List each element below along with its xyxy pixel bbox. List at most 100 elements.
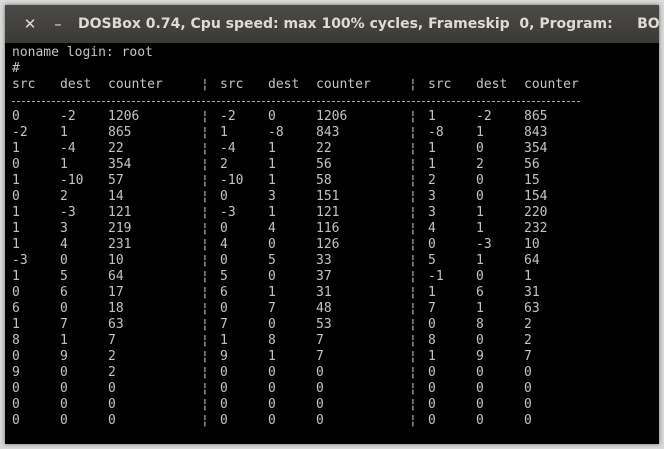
cell-counter-2: 116 — [316, 221, 340, 236]
cell-src-3: 1 — [428, 141, 436, 156]
cell-dest-1: 4 — [60, 237, 68, 252]
cell-src-2: -4 — [220, 141, 236, 156]
cell-dest-2: 1 — [268, 141, 276, 156]
cell-src-3: 1 — [428, 349, 436, 364]
header-src-1: src — [12, 77, 36, 92]
cell-counter-2: 53 — [316, 317, 332, 332]
cell-dest-1: 0 — [60, 365, 68, 380]
cell-src-1: 0 — [12, 413, 20, 428]
cell-dest-1: 1 — [60, 157, 68, 172]
cell-dest-3: -3 — [476, 237, 492, 252]
cell-dest-2: 0 — [268, 397, 276, 412]
minimize-icon[interactable]: – — [48, 14, 68, 34]
cell-counter-3: 15 — [524, 173, 540, 188]
cell-counter-2: 126 — [316, 237, 340, 252]
header-divider — [12, 101, 580, 102]
cell-counter-2: 151 — [316, 189, 340, 204]
header-dest-1: dest — [60, 77, 92, 92]
cell-src-1: 1 — [12, 173, 20, 188]
header-dest-2: dest — [268, 77, 300, 92]
cell-dest-1: 0 — [60, 413, 68, 428]
column-group-separator: ¦ — [409, 269, 417, 284]
cell-src-1: 0 — [12, 381, 20, 396]
cell-dest-1: -2 — [60, 109, 76, 124]
header-src-2: src — [220, 77, 244, 92]
cell-src-2: 0 — [220, 189, 228, 204]
cell-dest-1: 0 — [60, 381, 68, 396]
column-group-separator: ¦ — [409, 365, 417, 380]
cell-dest-2: 1 — [268, 205, 276, 220]
cell-dest-3: 1 — [476, 301, 484, 316]
cell-counter-2: 58 — [316, 173, 332, 188]
cell-dest-2: -8 — [268, 125, 284, 140]
cell-src-1: 1 — [12, 205, 20, 220]
cell-src-1: -2 — [12, 125, 28, 140]
column-group-separator: ¦ — [201, 333, 209, 348]
column-group-separator: ¦ — [201, 253, 209, 268]
cell-counter-2: 121 — [316, 205, 340, 220]
cell-dest-3: 0 — [476, 381, 484, 396]
table-row: 1 4 231 4 0 126 0 -3 10 ¦ ¦ — [12, 237, 652, 253]
cell-dest-2: 5 — [268, 253, 276, 268]
cell-dest-1: 7 — [60, 317, 68, 332]
column-group-separator: ¦ — [201, 125, 209, 140]
cell-counter-3: 2 — [524, 317, 532, 332]
cell-counter-1: 231 — [108, 237, 132, 252]
column-group-separator: ¦ — [201, 157, 209, 172]
cell-counter-2: 56 — [316, 157, 332, 172]
cell-counter-2: 0 — [316, 381, 324, 396]
cell-counter-1: 1206 — [108, 109, 140, 124]
cell-counter-1: 121 — [108, 205, 132, 220]
cell-dest-2: 0 — [268, 317, 276, 332]
cell-dest-3: 1 — [476, 253, 484, 268]
cell-src-2: 2 — [220, 157, 228, 172]
column-group-separator: ¦ — [201, 301, 209, 316]
cell-counter-2: 0 — [316, 397, 324, 412]
cell-counter-3: 56 — [524, 157, 540, 172]
terminal-screen[interactable]: noname login: root # src dest counter src de… — [12, 43, 652, 439]
cell-counter-3: 1 — [524, 269, 532, 284]
cell-dest-3: -2 — [476, 109, 492, 124]
cell-dest-1: 9 — [60, 349, 68, 364]
cell-dest-2: 1 — [268, 349, 276, 364]
cell-src-2: 0 — [220, 301, 228, 316]
column-group-separator: ¦ — [409, 77, 417, 92]
cell-counter-2: 31 — [316, 285, 332, 300]
cell-dest-3: 0 — [476, 141, 484, 156]
table-row: 8 1 7 1 8 7 8 0 2 ¦ ¦ — [12, 333, 652, 349]
column-group-separator: ¦ — [201, 173, 209, 188]
cell-src-1: 6 — [12, 301, 20, 316]
cell-src-2: 5 — [220, 269, 228, 284]
cell-src-1: 1 — [12, 141, 20, 156]
cell-counter-3: 31 — [524, 285, 540, 300]
cell-dest-1: 3 — [60, 221, 68, 236]
cell-counter-1: 14 — [108, 189, 124, 204]
cell-counter-3: 0 — [524, 381, 532, 396]
cell-src-1: 0 — [12, 157, 20, 172]
cell-dest-1: -3 — [60, 205, 76, 220]
cell-src-1: 0 — [12, 189, 20, 204]
cell-dest-2: 0 — [268, 381, 276, 396]
table-row: 1 -10 57 -10 1 58 2 0 15 ¦ ¦ — [12, 173, 652, 189]
table-row: 1 3 219 0 4 116 4 1 232 ¦ ¦ — [12, 221, 652, 237]
cell-dest-3: 0 — [476, 333, 484, 348]
column-group-separator: ¦ — [201, 349, 209, 364]
cell-dest-2: 0 — [268, 413, 276, 428]
table-row: 0 0 0 0 0 0 0 0 0 ¦ ¦ — [12, 381, 652, 397]
cell-dest-1: 0 — [60, 397, 68, 412]
cell-src-3: 3 — [428, 189, 436, 204]
close-icon[interactable]: ✕ — [20, 14, 40, 34]
cell-counter-2: 7 — [316, 333, 324, 348]
column-group-separator: ¦ — [409, 141, 417, 156]
cell-counter-2: 22 — [316, 141, 332, 156]
cell-counter-1: 18 — [108, 301, 124, 316]
title-bar[interactable]: ✕ – DOSBox 0.74, Cpu speed: max 100% cyc… — [5, 5, 659, 43]
cell-dest-3: 0 — [476, 413, 484, 428]
cell-src-3: 0 — [428, 365, 436, 380]
cell-dest-3: 1 — [476, 221, 484, 236]
cell-dest-1: 0 — [60, 253, 68, 268]
cell-dest-2: 0 — [268, 365, 276, 380]
cell-counter-1: 57 — [108, 173, 124, 188]
cell-dest-1: 0 — [60, 301, 68, 316]
table-row: 0 0 0 0 0 0 0 0 0 ¦ ¦ — [12, 397, 652, 413]
